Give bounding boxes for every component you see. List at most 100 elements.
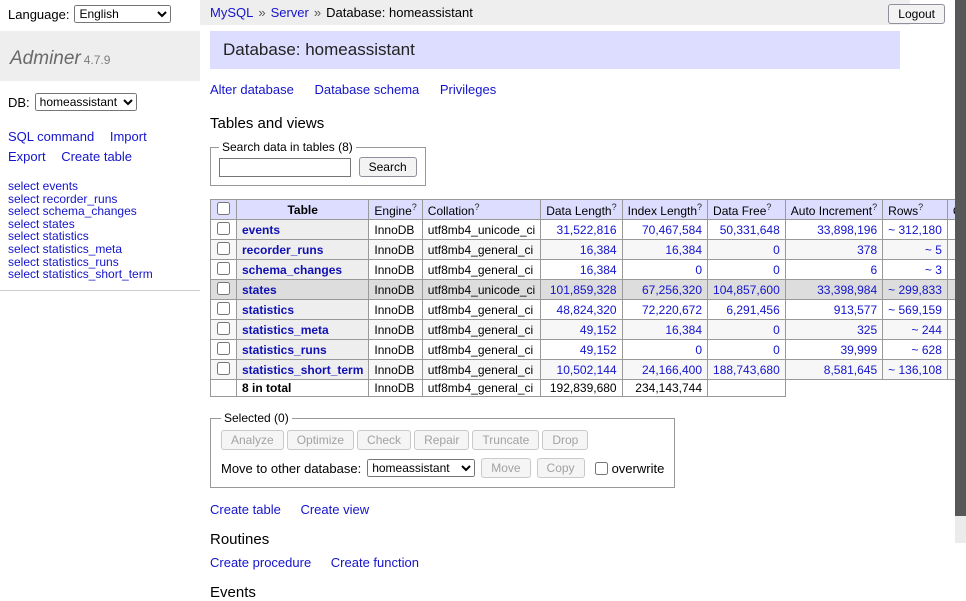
rows-link[interactable]: ~ 5 bbox=[925, 243, 942, 257]
help-icon[interactable]: ? bbox=[918, 202, 923, 212]
index-length-link[interactable]: 0 bbox=[695, 263, 702, 277]
logout-button[interactable]: Logout bbox=[888, 4, 945, 24]
help-icon[interactable]: ? bbox=[766, 202, 771, 212]
data-length-link[interactable]: 16,384 bbox=[580, 263, 617, 277]
rows-link[interactable]: ~ 569,159 bbox=[888, 303, 942, 317]
auto-increment-link[interactable]: 39,999 bbox=[840, 343, 877, 357]
data-free-link[interactable]: 188,743,680 bbox=[713, 363, 780, 377]
rows-link[interactable]: ~ 312,180 bbox=[888, 223, 942, 237]
table-name-link[interactable]: states bbox=[242, 283, 277, 297]
table-name-link[interactable]: recorder_runs bbox=[242, 243, 323, 257]
select-all-checkbox[interactable] bbox=[217, 202, 230, 215]
data-free-link[interactable]: 0 bbox=[773, 243, 780, 257]
table-name-link[interactable]: statistics_runs bbox=[242, 343, 327, 357]
export-link[interactable]: Export bbox=[8, 149, 46, 164]
help-icon[interactable]: ? bbox=[474, 202, 479, 212]
help-icon[interactable]: ? bbox=[872, 202, 877, 212]
auto-increment-link[interactable]: 325 bbox=[857, 323, 877, 337]
create-view-link[interactable]: Create view bbox=[300, 502, 369, 517]
create-table-sidebar-link[interactable]: Create table bbox=[61, 149, 132, 164]
db-select[interactable]: homeassistant bbox=[35, 93, 137, 111]
vertical-scrollbar[interactable] bbox=[955, 0, 966, 543]
help-icon[interactable]: ? bbox=[412, 202, 417, 212]
check-button[interactable]: Check bbox=[357, 430, 411, 450]
import-link[interactable]: Import bbox=[110, 129, 147, 144]
data-length-link[interactable]: 49,152 bbox=[580, 343, 617, 357]
table-name-link[interactable]: schema_changes bbox=[242, 263, 342, 277]
alter-database-link[interactable]: Alter database bbox=[210, 82, 294, 97]
table-name-link[interactable]: events bbox=[242, 223, 280, 237]
rows-link[interactable]: ~ 3 bbox=[925, 263, 942, 277]
data-free-link[interactable]: 0 bbox=[773, 323, 780, 337]
index-length-cell: 72,220,672 bbox=[622, 300, 707, 320]
row-checkbox[interactable] bbox=[217, 222, 230, 235]
search-button[interactable]: Search bbox=[359, 157, 417, 177]
analyze-button[interactable]: Analyze bbox=[221, 430, 284, 450]
rows-link[interactable]: ~ 628 bbox=[912, 343, 942, 357]
create-procedure-link[interactable]: Create procedure bbox=[210, 555, 311, 570]
data-free-link[interactable]: 104,857,600 bbox=[713, 283, 780, 297]
data-length-link[interactable]: 48,824,320 bbox=[557, 303, 617, 317]
index-length-link[interactable]: 67,256,320 bbox=[642, 283, 702, 297]
scrollbar-thumb[interactable] bbox=[955, 0, 966, 516]
row-checkbox[interactable] bbox=[217, 242, 230, 255]
breadcrumb-mysql-link[interactable]: MySQL bbox=[210, 5, 253, 20]
data-length-link[interactable]: 31,522,816 bbox=[557, 223, 617, 237]
auto-increment-link[interactable]: 8,581,645 bbox=[824, 363, 877, 377]
rows-link[interactable]: ~ 299,833 bbox=[888, 283, 942, 297]
create-table-link[interactable]: Create table bbox=[210, 502, 281, 517]
help-icon[interactable]: ? bbox=[697, 202, 702, 212]
row-checkbox[interactable] bbox=[217, 362, 230, 375]
copy-button[interactable]: Copy bbox=[537, 458, 585, 478]
language-select[interactable]: English bbox=[74, 5, 171, 23]
index-length-link[interactable]: 24,166,400 bbox=[642, 363, 702, 377]
data-length-link[interactable]: 101,859,328 bbox=[550, 283, 617, 297]
auto-increment-link[interactable]: 6 bbox=[870, 263, 877, 277]
row-checkbox-cell bbox=[211, 360, 237, 380]
data-length-link[interactable]: 49,152 bbox=[580, 323, 617, 337]
repair-button[interactable]: Repair bbox=[414, 430, 469, 450]
breadcrumb-server-link[interactable]: Server bbox=[271, 5, 309, 20]
privileges-link[interactable]: Privileges bbox=[440, 82, 496, 97]
table-row: statistics_runsInnoDButf8mb4_general_ci4… bbox=[211, 340, 966, 360]
rows-link[interactable]: ~ 244 bbox=[912, 323, 942, 337]
row-checkbox[interactable] bbox=[217, 302, 230, 315]
sidebar-table-link[interactable]: select statistics_short_term bbox=[8, 267, 153, 281]
database-schema-link[interactable]: Database schema bbox=[314, 82, 419, 97]
data-length-link[interactable]: 16,384 bbox=[580, 243, 617, 257]
row-checkbox[interactable] bbox=[217, 342, 230, 355]
data-free-link[interactable]: 6,291,456 bbox=[726, 303, 779, 317]
index-length-link[interactable]: 72,220,672 bbox=[642, 303, 702, 317]
auto-increment-link[interactable]: 33,398,984 bbox=[817, 283, 877, 297]
move-db-select[interactable]: homeassistant bbox=[367, 459, 475, 477]
row-checkbox[interactable] bbox=[217, 322, 230, 335]
row-checkbox[interactable] bbox=[217, 262, 230, 275]
page-title: Database: homeassistant bbox=[210, 31, 900, 69]
index-length-link[interactable]: 70,467,584 bbox=[642, 223, 702, 237]
index-length-link[interactable]: 0 bbox=[695, 343, 702, 357]
data-free-link[interactable]: 0 bbox=[773, 343, 780, 357]
help-icon[interactable]: ? bbox=[612, 202, 617, 212]
data-length-link[interactable]: 10,502,144 bbox=[557, 363, 617, 377]
overwrite-checkbox[interactable] bbox=[595, 462, 608, 475]
table-name-link[interactable]: statistics_short_term bbox=[242, 363, 363, 377]
search-input[interactable] bbox=[219, 158, 351, 177]
sql-command-link[interactable]: SQL command bbox=[8, 129, 94, 144]
data-free-link[interactable]: 50,331,648 bbox=[720, 223, 780, 237]
auto-increment-link[interactable]: 913,577 bbox=[834, 303, 877, 317]
optimize-button[interactable]: Optimize bbox=[287, 430, 354, 450]
row-checkbox[interactable] bbox=[217, 282, 230, 295]
index-length-link[interactable]: 16,384 bbox=[665, 323, 702, 337]
index-length-link[interactable]: 16,384 bbox=[665, 243, 702, 257]
table-name-link[interactable]: statistics bbox=[242, 303, 294, 317]
auto-increment-link[interactable]: 33,898,196 bbox=[817, 223, 877, 237]
create-function-link[interactable]: Create function bbox=[331, 555, 419, 570]
truncate-button[interactable]: Truncate bbox=[472, 430, 539, 450]
auto-increment-link[interactable]: 378 bbox=[857, 243, 877, 257]
move-button[interactable]: Move bbox=[481, 458, 530, 478]
rows-link[interactable]: ~ 136,108 bbox=[888, 363, 942, 377]
data-free-link[interactable]: 0 bbox=[773, 263, 780, 277]
drop-button[interactable]: Drop bbox=[542, 430, 588, 450]
table-name-link[interactable]: statistics_meta bbox=[242, 323, 329, 337]
breadcrumb: MySQL » Server » Database: homeassistant bbox=[200, 0, 910, 25]
